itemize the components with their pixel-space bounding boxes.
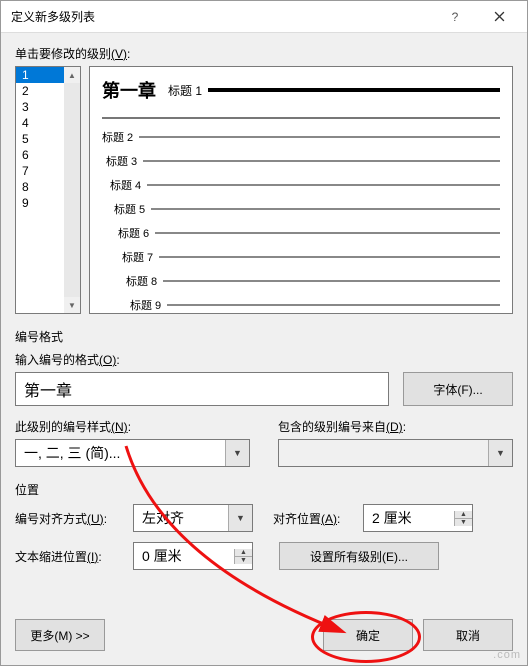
spin-down-icon[interactable]: ▼	[455, 518, 472, 526]
indent-label: 文本缩进位置	[15, 550, 87, 564]
font-button[interactable]: 字体(F)...	[403, 372, 513, 406]
include-label: 包含的级别编号来自	[278, 420, 386, 434]
align-combo[interactable]: 左对齐 ▼	[133, 504, 253, 532]
number-format-input[interactable]	[15, 372, 389, 406]
close-icon	[494, 11, 505, 22]
watermark: .com	[493, 649, 521, 661]
preview-row: 标题 4	[102, 177, 500, 193]
scroll-track[interactable]	[64, 83, 80, 297]
align-pos-label: 对齐位置	[273, 512, 321, 526]
scrollbar[interactable]: ▲ ▼	[64, 67, 80, 313]
align-label: 编号对齐方式	[15, 512, 87, 526]
help-button[interactable]: ?	[433, 2, 477, 32]
level-list-label: 单击要修改的级别(V):	[15, 45, 513, 62]
close-button[interactable]	[477, 2, 521, 32]
preview-row: 标题 9	[102, 297, 500, 313]
preview-row: 标题 2	[102, 129, 500, 145]
preview-main-label: 标题 1	[168, 82, 202, 99]
more-button[interactable]: 更多(M) >>	[15, 619, 105, 651]
chevron-down-icon[interactable]: ▼	[228, 505, 252, 531]
chevron-down-icon[interactable]: ▼	[225, 440, 249, 466]
preview-row: 标题 6	[102, 225, 500, 241]
indent-spinner[interactable]: 0 厘米 ▲ ▼	[133, 542, 253, 570]
preview-main-number: 第一章	[102, 77, 156, 103]
preview-row: 标题 8	[102, 273, 500, 289]
spin-down-icon[interactable]: ▼	[235, 556, 252, 564]
enter-format-label: 输入编号的格式	[15, 353, 99, 367]
scroll-up-icon[interactable]: ▲	[64, 67, 80, 83]
preview-pane: 第一章 标题 1 标题 2 标题 3 标题 4 标题 5 标题 6 标题 7 标题 8 标题 …	[89, 66, 513, 314]
include-level-combo: ▼	[278, 439, 513, 467]
preview-row: 标题 7	[102, 249, 500, 265]
ok-button[interactable]: 确定	[323, 619, 413, 651]
number-style-combo[interactable]: 一, 二, 三 (简)... ▼	[15, 439, 250, 467]
set-all-levels-button[interactable]: 设置所有级别(E)...	[279, 542, 439, 570]
align-pos-spinner[interactable]: 2 厘米 ▲ ▼	[363, 504, 473, 532]
position-group-label: 位置	[15, 481, 513, 498]
spin-up-icon[interactable]: ▲	[455, 511, 472, 518]
scroll-down-icon[interactable]: ▼	[64, 297, 80, 313]
preview-row: 标题 5	[102, 201, 500, 217]
style-label: 此级别的编号样式	[15, 420, 111, 434]
spin-up-icon[interactable]: ▲	[235, 549, 252, 556]
number-format-group-label: 编号格式	[15, 328, 513, 345]
preview-row: 标题 3	[102, 153, 500, 169]
chevron-down-icon: ▼	[488, 440, 512, 466]
window-title: 定义新多级列表	[11, 8, 433, 25]
level-listbox[interactable]: 123456789 ▲ ▼	[15, 66, 81, 314]
cancel-button[interactable]: 取消	[423, 619, 513, 651]
